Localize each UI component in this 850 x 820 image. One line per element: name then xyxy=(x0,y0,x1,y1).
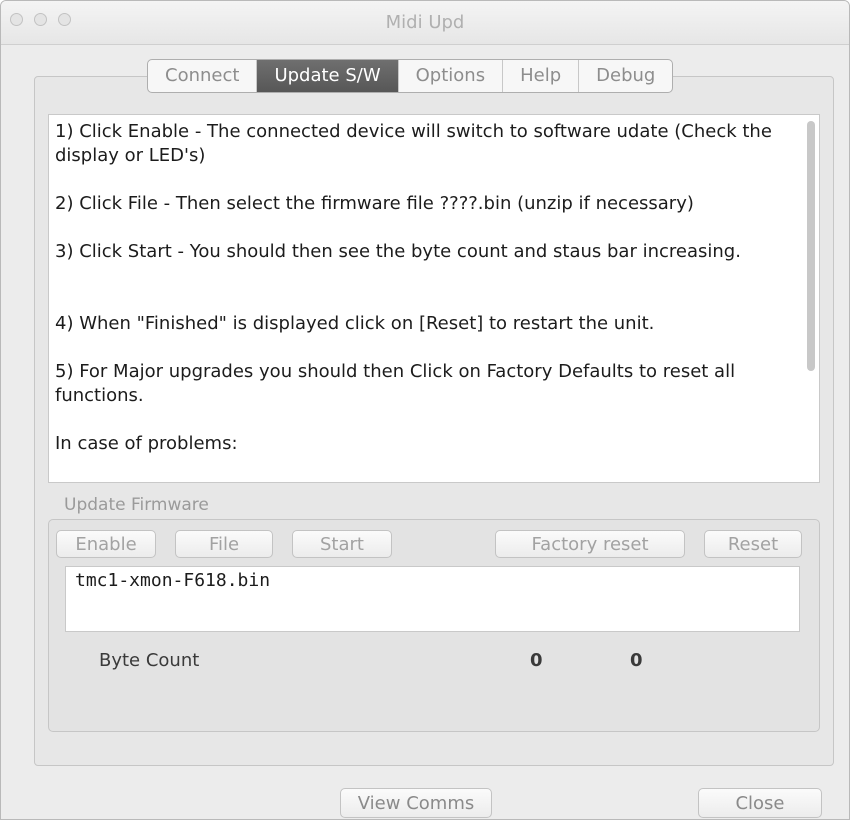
instruction-step-2: 2) Click File - Then select the firmware… xyxy=(55,193,694,214)
start-button[interactable]: Start xyxy=(292,530,392,558)
selected-file-name: tmc1-xmon-F618.bin xyxy=(75,570,271,591)
tab-help[interactable]: Help xyxy=(503,60,580,92)
instruction-step-3: 3) Click Start - You should then see the… xyxy=(55,241,741,262)
update-firmware-label: Update Firmware xyxy=(64,495,209,515)
reset-button[interactable]: Reset xyxy=(704,530,802,558)
tab-bar: Connect Update S/W Options Help Debug xyxy=(147,59,674,93)
tab-options[interactable]: Options xyxy=(399,60,504,92)
tab-update-sw[interactable]: Update S/W xyxy=(257,60,399,92)
instruction-step-4: 4) When "Finished" is displayed click on… xyxy=(55,313,655,334)
byte-count-value: 0 xyxy=(530,650,543,671)
factory-reset-button[interactable]: Factory reset xyxy=(495,530,685,558)
tab-debug[interactable]: Debug xyxy=(579,60,672,92)
instruction-problems-heading: In case of problems: xyxy=(55,433,238,454)
window-title: Midi Upd xyxy=(385,12,465,33)
app-window: Midi Upd Connect Update S/W Options Help… xyxy=(0,0,850,820)
byte-count-label: Byte Count xyxy=(99,650,200,671)
view-comms-button[interactable]: View Comms xyxy=(340,788,492,818)
close-button[interactable]: Close xyxy=(698,788,822,818)
enable-button[interactable]: Enable xyxy=(56,530,156,558)
tab-connect[interactable]: Connect xyxy=(148,60,258,92)
instruction-step-5: 5) For Major upgrades you should then Cl… xyxy=(55,361,736,406)
instruction-step-1: 1) Click Enable - The connected device w… xyxy=(55,121,772,166)
instructions-text-area[interactable]: 1) Click Enable - The connected device w… xyxy=(48,114,820,483)
file-button[interactable]: File xyxy=(175,530,273,558)
vertical-scrollbar[interactable] xyxy=(807,121,815,371)
selected-file-box: tmc1-xmon-F618.bin xyxy=(65,566,800,632)
title-bar: Midi Upd xyxy=(1,1,849,45)
total-count-value: 0 xyxy=(630,650,643,671)
